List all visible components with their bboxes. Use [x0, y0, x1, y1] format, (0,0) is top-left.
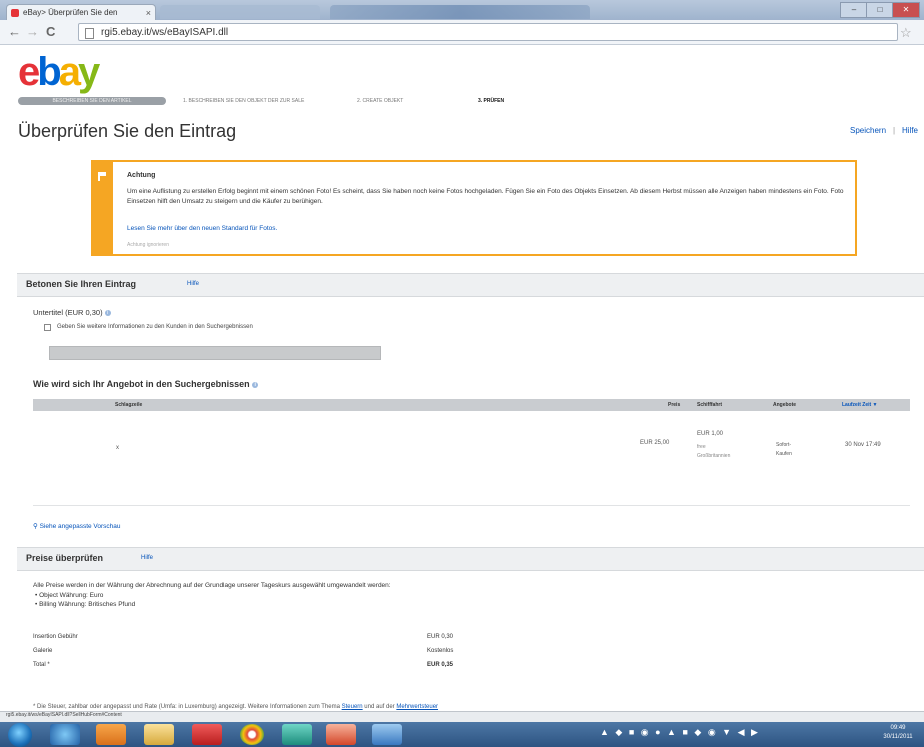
subtitle-checkbox-label: Geben Sie weitere Informationen zu den K… — [57, 324, 253, 330]
flag-icon — [98, 172, 108, 181]
col-header-format: Angebote — [773, 402, 797, 408]
footnote-text: und auf der — [362, 704, 397, 710]
subtitle-checkbox[interactable] — [44, 324, 51, 331]
currency-bullet-text: Billing Währung: Britisches Pfund — [39, 601, 136, 608]
clock-time: 09:49 — [890, 725, 906, 731]
ebay-logo[interactable]: ebay — [18, 50, 100, 94]
col-header-shipping: Schifffahrt — [697, 402, 722, 408]
currency-bullet: • Object Währung: Euro — [35, 592, 104, 599]
result-title: x — [116, 445, 119, 451]
page-icon — [85, 28, 94, 39]
info-icon[interactable]: i — [104, 310, 111, 317]
subtitle-label: Untertitel (EUR 0,30) i — [33, 308, 111, 317]
alert-dismiss-link[interactable]: Achtung ignorieren — [127, 242, 169, 248]
system-tray-icons[interactable]: ▲ ◆ ■ ◉ ● ▲ ■ ◆ ◉ ▼ ◀ ▶ — [600, 727, 760, 738]
back-arrow-icon[interactable]: ← — [8, 24, 21, 39]
chrome-icon[interactable] — [240, 724, 264, 745]
logo-letter: b — [37, 50, 62, 94]
fee-value: Kostenlos — [427, 648, 454, 654]
fee-label: Galerie — [33, 648, 53, 654]
alert-bar — [93, 162, 113, 254]
prices-section-header — [17, 547, 924, 571]
prices-help-link[interactable]: Hilfe — [141, 555, 153, 561]
photo-standard-link[interactable]: Lesen Sie mehr über den neuen Standard f… — [127, 225, 277, 232]
vat-link[interactable]: Mehrwertsteuer — [396, 704, 438, 710]
alert-title: Achtung — [127, 172, 156, 179]
tab-close-icon[interactable]: × — [146, 5, 151, 20]
search-results-title: Wie wird sich Ihr Angebot in den Sucherg… — [33, 379, 259, 389]
emphasize-section-title: Betonen Sie Ihren Eintrag — [26, 279, 137, 289]
result-time: 30 Nov 17:49 — [845, 442, 881, 448]
col-header-time[interactable]: Laufzeit Zeit ▼ — [842, 402, 878, 408]
result-shipping-free: free — [697, 444, 706, 450]
taskbar-clock[interactable]: 09:49 30/11/2011 — [878, 724, 918, 742]
page-title: Überprüfen Sie den Eintrag — [18, 121, 237, 141]
outlook-icon[interactable] — [96, 724, 126, 745]
col-header-price: Preis — [668, 402, 681, 408]
alert-message: Um eine Auflistung zu erstellen Erfolg b… — [127, 188, 844, 205]
blurred-tab-area — [330, 5, 590, 19]
start-button-icon[interactable] — [8, 723, 32, 747]
fee-label: Insertion Gebühr — [33, 634, 78, 640]
powerpoint-icon[interactable] — [326, 724, 356, 745]
emphasize-section-header — [17, 273, 924, 297]
subtitle-input[interactable] — [49, 346, 381, 360]
result-format-line1: Sofort- — [776, 442, 792, 448]
search-results-title-text: Wie wird sich Ihr Angebot in den Sucherg… — [33, 379, 250, 389]
results-divider — [33, 505, 910, 506]
custom-preview-link-text: Siehe angepasste Vorschau — [39, 523, 121, 530]
result-format-line2: Kaufen — [776, 451, 792, 457]
blurred-tab-area — [160, 5, 320, 19]
prices-section-title: Preise überprüfen — [26, 553, 104, 563]
maximize-button[interactable]: □ — [866, 2, 894, 18]
custom-preview-link[interactable]: ⚲ Siehe angepasste Vorschau — [33, 522, 121, 530]
bookmark-star-icon[interactable]: ☆ — [900, 25, 912, 41]
footnote-text: * Die Steuer, zahlbar oder angepasst und… — [33, 704, 342, 710]
file-explorer-icon[interactable] — [144, 724, 174, 745]
magnifier-icon: ⚲ — [33, 523, 38, 530]
progress-step: 1. BESCHREIBEN SIE DEN OBJEKT DER ZUR SA… — [183, 98, 305, 104]
progress-step: 2. CREATE OBJEKT — [357, 98, 404, 104]
save-link[interactable]: Speichern — [850, 126, 886, 135]
col-header-title: Schlagzeile — [115, 402, 143, 408]
progress-step-current: 3. PRÜFEN — [478, 98, 505, 104]
internet-explorer-icon[interactable] — [50, 724, 80, 745]
photo-alert-box: Achtung Um eine Auflistung zu erstellen … — [91, 160, 857, 256]
close-window-button[interactable]: ✕ — [892, 2, 920, 18]
fee-value-total: EUR 0,35 — [427, 662, 454, 668]
progress-step-complete: BESCHREIBEN SIE DEN ARTIKEL — [18, 97, 166, 105]
minimize-button[interactable]: – — [840, 2, 868, 18]
ebay-favicon-icon — [11, 9, 19, 17]
link-separator: | — [893, 126, 896, 135]
remote-desktop-icon[interactable] — [372, 724, 402, 745]
currency-bullet-text: Object Währung: Euro — [39, 592, 104, 599]
logo-letter: e — [18, 50, 40, 94]
currency-bullet: • Billing Währung: Britisches Pfund — [35, 601, 136, 608]
reload-icon[interactable]: C — [46, 24, 55, 39]
result-price: EUR 25,00 — [640, 440, 670, 446]
tax-link[interactable]: Steuern — [342, 704, 363, 710]
info-icon[interactable]: i — [252, 381, 259, 388]
browser-tab[interactable]: eBay> Überprüfen Sie den × — [6, 4, 156, 20]
result-shipping: EUR 1,00 — [697, 431, 724, 437]
forward-arrow-icon[interactable]: → — [26, 24, 39, 39]
help-link[interactable]: Hilfe — [902, 126, 918, 135]
tax-footnote: * Die Steuer, zahlbar oder angepasst und… — [33, 704, 438, 710]
emphasize-help-link[interactable]: Hilfe — [187, 281, 199, 287]
subtitle-label-text: Untertitel (EUR 0,30) — [33, 308, 103, 317]
status-url: rgi5.ebay.it/ws/eBayISAPI.dll?SellHubFor… — [6, 712, 122, 718]
prices-intro: Alle Preise werden in der Währung der Ab… — [33, 582, 391, 589]
address-bar[interactable]: rgi5.ebay.it/ws/eBayISAPI.dll — [78, 23, 898, 41]
address-url: rgi5.ebay.it/ws/eBayISAPI.dll — [101, 27, 229, 38]
clock-date: 30/11/2011 — [883, 734, 913, 740]
windows-taskbar — [0, 722, 924, 747]
tab-title: eBay> Überprüfen Sie den — [23, 8, 118, 17]
lync-icon[interactable] — [282, 724, 312, 745]
fee-label-total: Total * — [33, 662, 50, 668]
fee-value: EUR 0,30 — [427, 634, 454, 640]
logo-letter: a — [58, 50, 81, 94]
pdf-reader-icon[interactable] — [192, 724, 222, 745]
logo-letter: y — [77, 50, 100, 94]
result-shipping-country: Großbritannien — [697, 453, 731, 459]
